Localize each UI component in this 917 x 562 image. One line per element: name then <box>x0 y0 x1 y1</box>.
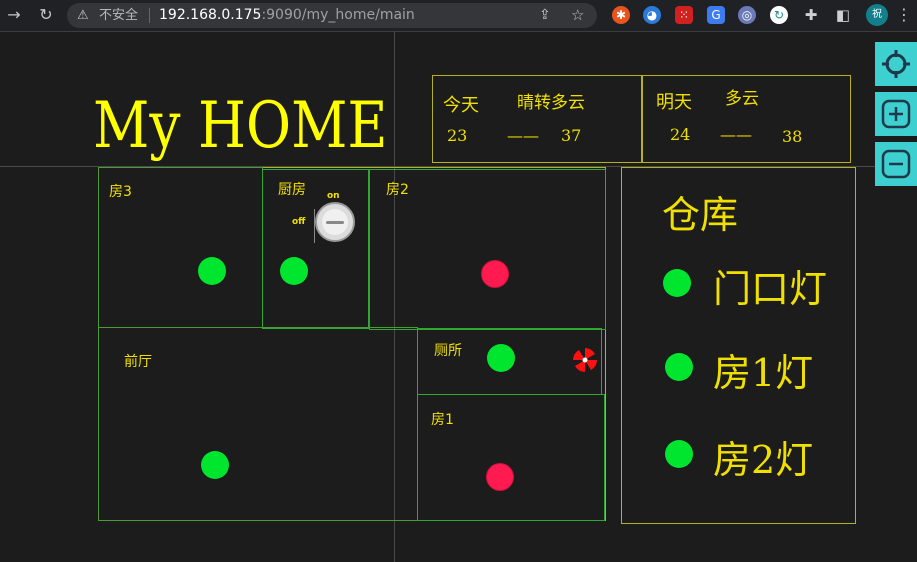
extensions-puzzle-icon[interactable]: ✚ <box>802 6 820 24</box>
warehouse-light-room2[interactable] <box>665 440 693 468</box>
weather-tomorrow-high: 38 <box>782 127 803 146</box>
weather-tomorrow-panel: 明天 多云 24 —— 38 <box>641 75 851 163</box>
warehouse-title: 仓库 <box>662 193 739 237</box>
room-3-light[interactable] <box>198 257 226 285</box>
warehouse-light-room2-label: 房2灯 <box>713 438 814 482</box>
bookmark-star-icon[interactable]: ☆ <box>571 3 584 28</box>
room-1-label: 房1 <box>431 412 454 428</box>
room-2-label: 房2 <box>386 182 409 198</box>
living-room-label: 前厅 <box>124 354 152 370</box>
side-panel-icon[interactable]: ◧ <box>834 6 852 24</box>
room-1-light[interactable] <box>486 463 514 491</box>
warehouse-light-door[interactable] <box>663 269 691 297</box>
knob-slot <box>326 221 344 224</box>
zoom-in-button[interactable] <box>875 92 917 136</box>
room-2-light[interactable] <box>481 260 509 288</box>
weather-today-low: 23 <box>447 126 468 145</box>
kitchen-label: 厨房 <box>278 182 306 198</box>
extension-globe-icon[interactable]: ◕ <box>643 6 661 24</box>
weather-tomorrow-condition: 多云 <box>725 89 759 109</box>
weather-today-high: 37 <box>561 126 582 145</box>
kitchen-light[interactable] <box>280 257 308 285</box>
weather-today-dash: —— <box>507 126 539 145</box>
security-status: 不安全 <box>99 8 139 23</box>
zoom-in-icon <box>881 99 911 129</box>
kitchen-switch-off-label: off <box>292 217 306 227</box>
weather-today-panel: 今天 晴转多云 23 —— 37 <box>432 75 643 163</box>
warning-icon: ⚠ <box>77 8 89 23</box>
extension-circle-icon[interactable]: ◎ <box>738 6 756 24</box>
url-text: 192.168.0.175:9090/my_home/main <box>159 7 415 23</box>
warehouse-light-room1[interactable] <box>665 353 693 381</box>
extension-translate-icon[interactable]: G <box>707 6 725 24</box>
extension-dice-icon[interactable]: ⁙ <box>675 6 693 24</box>
weather-tomorrow-dash: —— <box>720 125 752 144</box>
crosshair-icon <box>882 50 910 78</box>
address-bar[interactable]: ⚠ 不安全 192.168.0.175:9090/my_home/main ⇪ … <box>67 3 597 28</box>
weather-tomorrow-low: 24 <box>670 125 691 144</box>
weather-tomorrow-day: 明天 <box>656 92 692 113</box>
extension-orange-icon[interactable]: ✱ <box>612 6 630 24</box>
toilet-light[interactable] <box>487 344 515 372</box>
room-3-label: 房3 <box>109 184 132 200</box>
recenter-button[interactable] <box>875 42 917 86</box>
living-room-light[interactable] <box>201 451 229 479</box>
kitchen-switch-on-label: on <box>327 191 340 201</box>
page-title: My HOME <box>93 89 388 163</box>
menu-dots-icon[interactable]: ⋮ <box>896 5 912 25</box>
divider <box>149 8 150 23</box>
warehouse-light-room1-label: 房1灯 <box>713 351 814 395</box>
zoom-out-button[interactable] <box>875 142 917 186</box>
reload-icon[interactable]: ↻ <box>34 4 58 26</box>
zoom-out-icon <box>881 149 911 179</box>
weather-today-day: 今天 <box>443 95 479 116</box>
warehouse-light-door-label: 门口灯 <box>713 267 828 311</box>
profile-avatar[interactable]: 祝 <box>866 4 888 26</box>
back-arrow-icon[interactable]: → <box>2 4 26 26</box>
browser-toolbar: → ↻ ⚠ 不安全 192.168.0.175:9090/my_home/mai… <box>0 0 917 32</box>
extension-sync-icon[interactable]: ↻ <box>770 6 788 24</box>
kitchen-switch-knob[interactable] <box>315 202 355 242</box>
toilet-label: 厕所 <box>434 343 462 359</box>
share-icon[interactable]: ⇪ <box>539 3 551 28</box>
weather-today-condition: 晴转多云 <box>517 93 585 113</box>
fan-icon[interactable] <box>572 347 598 373</box>
